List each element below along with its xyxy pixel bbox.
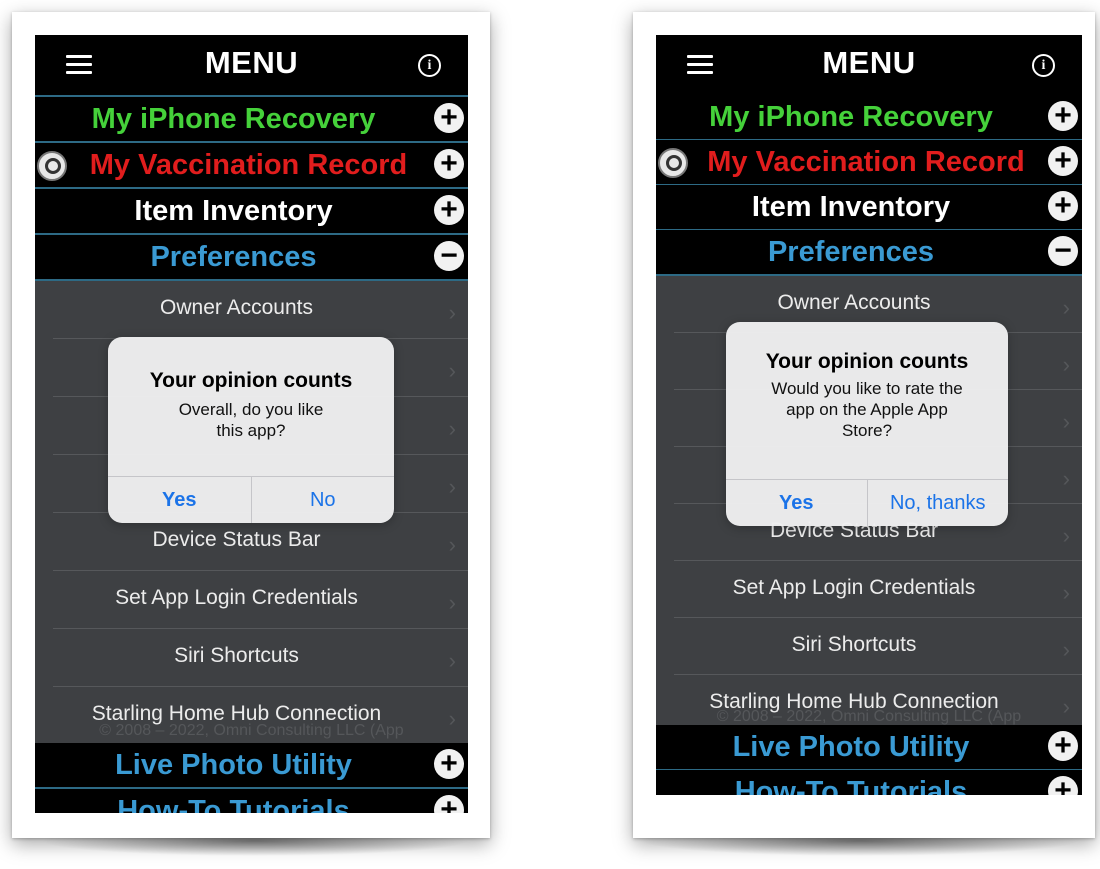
menu-title: MENU bbox=[822, 45, 916, 80]
submenu-item[interactable]: Siri Shortcuts › bbox=[53, 629, 468, 687]
section-label: Item Inventory bbox=[134, 195, 333, 227]
dialog-message-line: app on the Apple App bbox=[786, 400, 948, 419]
plus-icon[interactable]: + bbox=[434, 103, 464, 133]
rating-alert-dialog: Your opinion counts Would you like to ra… bbox=[726, 322, 1008, 526]
top-bar: MENU i bbox=[656, 35, 1082, 97]
section-how-to-tutorials[interactable]: How-To Tutorials + bbox=[656, 770, 1082, 795]
no-thanks-button[interactable]: No, thanks bbox=[866, 480, 1009, 526]
chevron-right-icon: › bbox=[448, 590, 456, 615]
screenshot-card-right: MENU i My iPhone Recovery + My Vaccinati… bbox=[633, 12, 1095, 838]
plus-icon[interactable]: + bbox=[1048, 776, 1078, 795]
submenu-item-label: Owner Accounts bbox=[777, 291, 931, 314]
submenu-item[interactable]: Set App Login Credentials › bbox=[674, 561, 1082, 618]
rating-alert-dialog: Your opinion counts Overall, do you like… bbox=[108, 337, 394, 523]
chevron-right-icon: › bbox=[1062, 580, 1070, 605]
section-label: Preferences bbox=[150, 241, 317, 273]
dialog-message-line: this app? bbox=[216, 421, 286, 440]
section-my-iphone-recovery[interactable]: My iPhone Recovery + bbox=[35, 97, 468, 143]
section-label: Preferences bbox=[767, 236, 935, 268]
submenu-item-label: Set App Login Credentials bbox=[115, 586, 358, 609]
minus-icon[interactable]: − bbox=[1048, 236, 1078, 266]
section-label: How-To Tutorials bbox=[734, 776, 968, 795]
dialog-message-line: Overall, do you like bbox=[178, 400, 324, 419]
minus-icon[interactable]: − bbox=[434, 241, 464, 271]
section-label: My Vaccination Record bbox=[707, 146, 1025, 178]
screenshot-card-left: MENU i My iPhone Recovery + My Vaccinati… bbox=[12, 12, 490, 838]
chevron-right-icon: › bbox=[1062, 352, 1070, 377]
plus-icon[interactable]: + bbox=[434, 149, 464, 179]
submenu-item[interactable]: Siri Shortcuts › bbox=[674, 618, 1082, 675]
submenu-item-label: Owner Accounts bbox=[160, 296, 313, 319]
chevron-right-icon: › bbox=[448, 300, 456, 325]
section-label: How-To Tutorials bbox=[117, 795, 350, 813]
chevron-right-icon: › bbox=[448, 416, 456, 441]
chevron-right-icon: › bbox=[448, 358, 456, 383]
submenu-item-label: Siri Shortcuts bbox=[174, 644, 299, 667]
section-label: My iPhone Recovery bbox=[709, 101, 993, 133]
section-preferences[interactable]: Preferences − bbox=[35, 235, 468, 281]
submenu-item-label: Set App Login Credentials bbox=[732, 576, 976, 599]
section-how-to-tutorials[interactable]: How-To Tutorials + bbox=[35, 789, 468, 813]
copyright-text: © 2008 – 2022, Omni Consulting LLC (App bbox=[99, 722, 404, 739]
section-preferences[interactable]: Preferences − bbox=[656, 230, 1082, 276]
chevron-right-icon: › bbox=[1062, 637, 1070, 662]
yes-button[interactable]: Yes bbox=[726, 480, 867, 526]
chevron-right-icon: › bbox=[448, 474, 456, 499]
section-live-photo-utility[interactable]: Live Photo Utility + bbox=[35, 743, 468, 789]
chevron-right-icon: › bbox=[1062, 466, 1070, 491]
submenu-item[interactable]: Set App Login Credentials › bbox=[53, 571, 468, 629]
copyright-text: © 2008 – 2022, Omni Consulting LLC (App bbox=[716, 708, 1022, 725]
dialog-button-bar: Yes No bbox=[108, 476, 394, 523]
menu-title: MENU bbox=[204, 45, 299, 80]
phone-screen-right: MENU i My iPhone Recovery + My Vaccinati… bbox=[656, 35, 1082, 795]
section-my-vaccination-record[interactable]: My Vaccination Record + bbox=[656, 140, 1082, 186]
chevron-right-icon: › bbox=[1062, 295, 1070, 320]
plus-icon[interactable]: + bbox=[434, 749, 464, 779]
dialog-message-line: Would you like to rate the bbox=[771, 379, 963, 398]
dialog-button-bar: Yes No, thanks bbox=[726, 479, 1008, 526]
magnifier-icon[interactable] bbox=[658, 148, 688, 178]
plus-icon[interactable]: + bbox=[434, 795, 464, 813]
section-my-iphone-recovery[interactable]: My iPhone Recovery + bbox=[656, 95, 1082, 141]
phone-screen-left: MENU i My iPhone Recovery + My Vaccinati… bbox=[35, 35, 468, 813]
dialog-title: Your opinion counts bbox=[149, 369, 353, 392]
section-item-inventory[interactable]: Item Inventory + bbox=[35, 189, 468, 235]
plus-icon[interactable]: + bbox=[434, 195, 464, 225]
dialog-title: Your opinion counts bbox=[765, 350, 969, 373]
top-bar: MENU i bbox=[35, 35, 468, 97]
section-label: Item Inventory bbox=[751, 191, 951, 223]
section-label: Live Photo Utility bbox=[732, 731, 970, 763]
plus-icon[interactable]: + bbox=[1048, 191, 1078, 221]
magnifier-icon[interactable] bbox=[37, 151, 67, 181]
chevron-right-icon: › bbox=[1062, 409, 1070, 434]
info-icon[interactable]: i bbox=[1032, 54, 1055, 77]
section-my-vaccination-record[interactable]: My Vaccination Record + bbox=[35, 143, 468, 189]
section-label: My Vaccination Record bbox=[89, 149, 408, 181]
plus-icon[interactable]: + bbox=[1048, 146, 1078, 176]
info-icon[interactable]: i bbox=[418, 54, 441, 77]
section-label: Live Photo Utility bbox=[115, 749, 352, 781]
submenu-item-label: Siri Shortcuts bbox=[791, 633, 917, 656]
section-live-photo-utility[interactable]: Live Photo Utility + bbox=[656, 725, 1082, 771]
plus-icon[interactable]: + bbox=[1048, 101, 1078, 131]
chevron-right-icon: › bbox=[448, 532, 456, 557]
no-button[interactable]: No bbox=[250, 477, 395, 523]
chevron-right-icon: › bbox=[448, 648, 456, 673]
dialog-message-line: Store? bbox=[841, 421, 893, 440]
chevron-right-icon: › bbox=[1062, 523, 1070, 548]
yes-button[interactable]: Yes bbox=[108, 477, 251, 523]
section-item-inventory[interactable]: Item Inventory + bbox=[656, 185, 1082, 231]
submenu-item-label: Device Status Bar bbox=[152, 528, 321, 551]
plus-icon[interactable]: + bbox=[1048, 731, 1078, 761]
section-label: My iPhone Recovery bbox=[91, 103, 376, 135]
submenu-item[interactable]: Owner Accounts › bbox=[53, 281, 468, 339]
